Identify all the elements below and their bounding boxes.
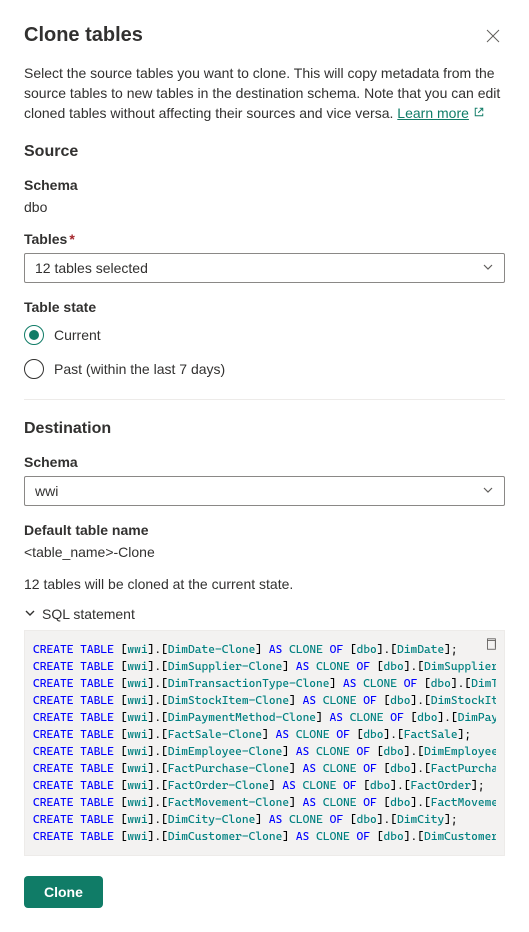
sql-line: CREATE TABLE [wwi].[DimPaymentMethod-Clo… bbox=[33, 709, 496, 726]
chevron-down-icon bbox=[482, 483, 494, 499]
clone-button[interactable]: Clone bbox=[24, 876, 103, 908]
sql-line: CREATE TABLE [wwi].[DimTransactionType-C… bbox=[33, 675, 496, 692]
copy-button[interactable] bbox=[484, 637, 498, 656]
dialog-title: Clone tables bbox=[24, 24, 143, 47]
source-schema-label: Schema bbox=[24, 177, 505, 193]
divider bbox=[24, 399, 505, 400]
sql-line: CREATE TABLE [wwi].[FactMovement-Clone] … bbox=[33, 794, 496, 811]
sql-line: CREATE TABLE [wwi].[FactSale-Clone] AS C… bbox=[33, 726, 496, 743]
destination-schema-label: Schema bbox=[24, 454, 505, 470]
sql-expander-label: SQL statement bbox=[42, 606, 135, 622]
chevron-down-icon bbox=[24, 606, 36, 622]
learn-more-label: Learn more bbox=[397, 103, 469, 123]
sql-line: CREATE TABLE [wwi].[DimEmployee-Clone] A… bbox=[33, 743, 496, 760]
table-state-label: Table state bbox=[24, 299, 505, 315]
sql-line: CREATE TABLE [wwi].[DimCustomer-Clone] A… bbox=[33, 828, 496, 845]
radio-icon bbox=[24, 325, 44, 345]
sql-line: CREATE TABLE [wwi].[DimCity-Clone] AS CL… bbox=[33, 811, 496, 828]
dialog-description: Select the source tables you want to clo… bbox=[24, 63, 505, 123]
radio-past[interactable]: Past (within the last 7 days) bbox=[24, 359, 505, 379]
sql-line: CREATE TABLE [wwi].[DimDate-Clone] AS CL… bbox=[33, 641, 496, 658]
required-asterisk: * bbox=[69, 231, 74, 247]
tables-dropdown[interactable]: 12 tables selected bbox=[24, 253, 505, 283]
radio-icon bbox=[24, 359, 44, 379]
destination-schema-dropdown[interactable]: wwi bbox=[24, 476, 505, 506]
tables-dropdown-value: 12 tables selected bbox=[35, 260, 148, 276]
chevron-down-icon bbox=[482, 260, 494, 276]
tables-label-text: Tables bbox=[24, 231, 67, 247]
sql-line: CREATE TABLE [wwi].[DimStockItem-Clone] … bbox=[33, 692, 496, 709]
clone-status-text: 12 tables will be cloned at the current … bbox=[24, 576, 505, 592]
source-schema-value: dbo bbox=[24, 199, 505, 215]
learn-more-link[interactable]: Learn more bbox=[397, 103, 485, 123]
close-icon bbox=[485, 32, 501, 47]
sql-line: CREATE TABLE [wwi].[DimSupplier-Clone] A… bbox=[33, 658, 496, 675]
radio-current[interactable]: Current bbox=[24, 325, 505, 345]
sql-line: CREATE TABLE [wwi].[FactOrder-Clone] AS … bbox=[33, 777, 496, 794]
tables-label: Tables* bbox=[24, 231, 505, 247]
destination-schema-value: wwi bbox=[35, 483, 58, 499]
close-button[interactable] bbox=[481, 24, 505, 51]
external-link-icon bbox=[473, 103, 485, 123]
destination-section-title: Destination bbox=[24, 420, 505, 438]
default-name-label: Default table name bbox=[24, 522, 505, 538]
sql-line: CREATE TABLE [wwi].[FactPurchase-Clone] … bbox=[33, 760, 496, 777]
radio-past-label: Past (within the last 7 days) bbox=[54, 361, 225, 377]
sql-expander[interactable]: SQL statement bbox=[24, 606, 505, 622]
radio-current-label: Current bbox=[54, 327, 101, 343]
source-section-title: Source bbox=[24, 143, 505, 161]
sql-statement-box: CREATE TABLE [wwi].[DimDate-Clone] AS CL… bbox=[24, 630, 505, 856]
default-name-value: <table_name>-Clone bbox=[24, 544, 505, 560]
